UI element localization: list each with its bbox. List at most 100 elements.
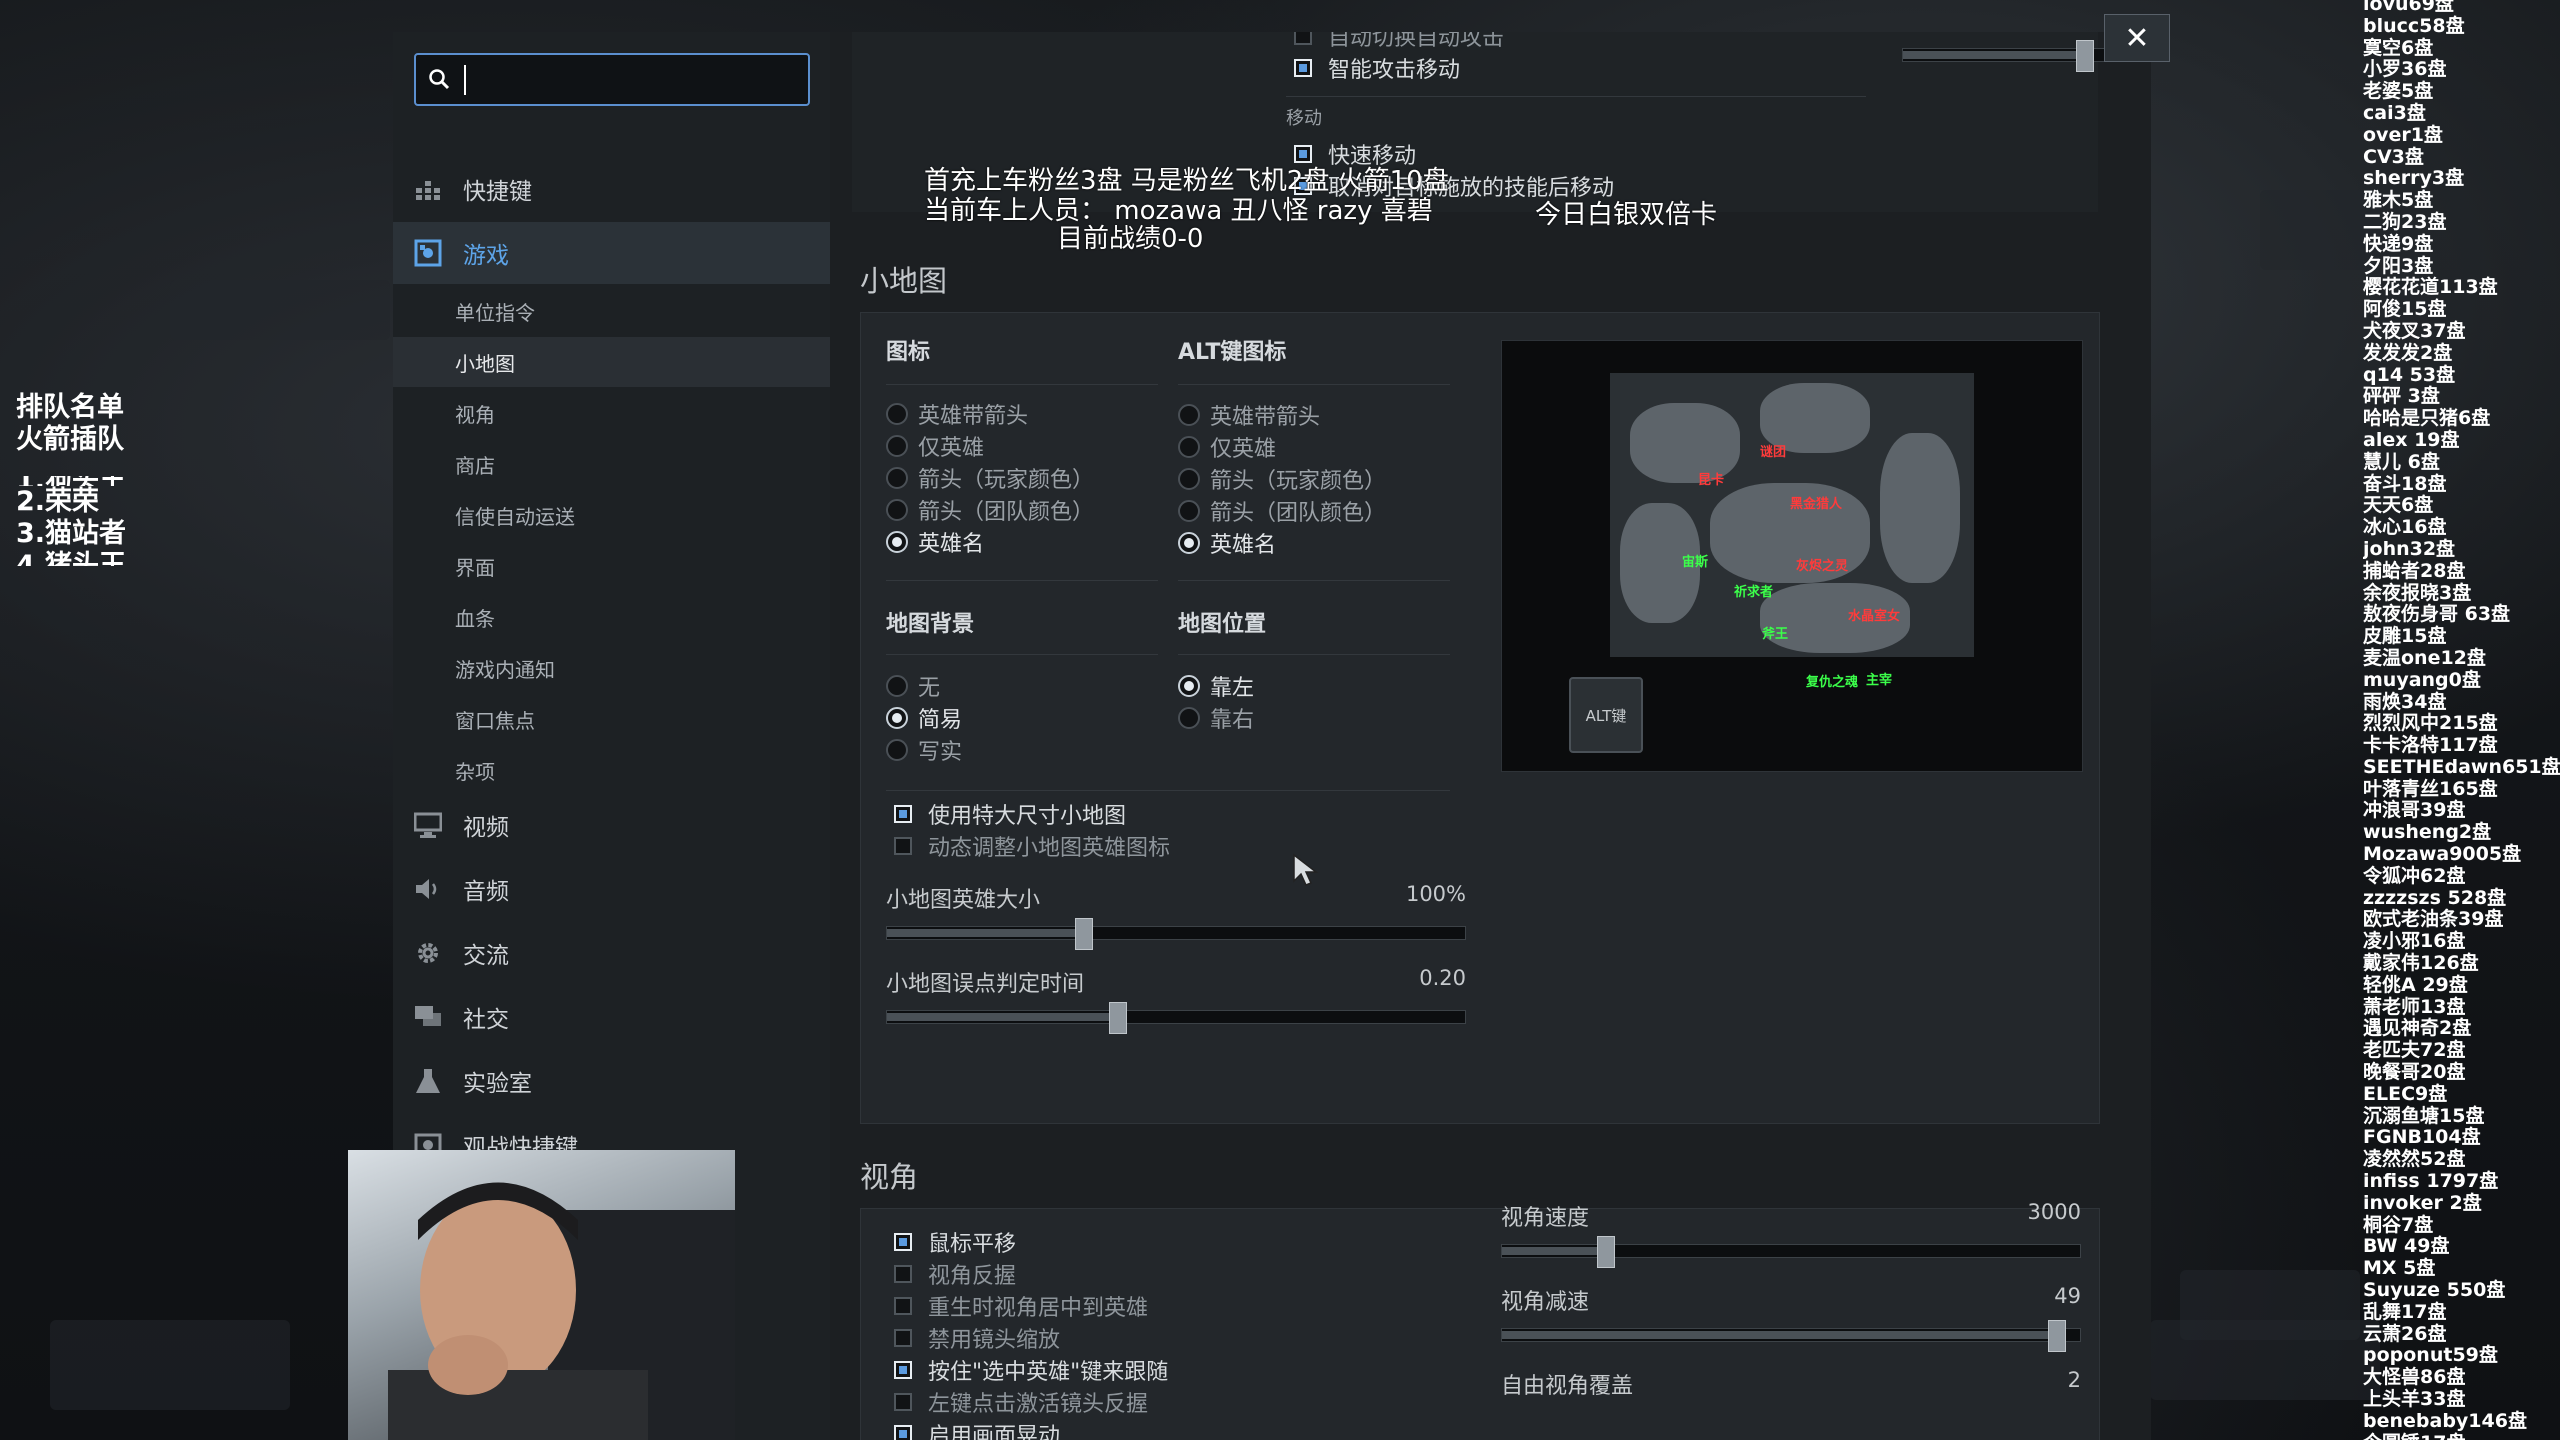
radio-label: 仅英雄 [1210,437,1277,462]
right-list-entry: 上头羊33盘 [2363,1388,2466,1410]
camera-option-checkbox[interactable]: 禁用镜头缩放 [894,1322,1060,1354]
speaker-icon [413,874,443,904]
right-list-entry: 老婆5盘 [2363,80,2434,103]
right-list-entry: 冰心16盘 [2363,516,2447,539]
minimap-hero-label: 黑金猎人 [1790,497,1843,512]
minimap-misclick-time-slider[interactable]: 小地图误点判定时间 0.20 [886,966,1466,1036]
subnav-interface[interactable]: 界面 [393,541,830,591]
close-icon: ✕ [2124,20,2150,56]
map-position-option-radio[interactable]: 靠右 [1178,702,1254,734]
radio-dot [1178,468,1200,490]
map-bg-option-radio[interactable]: 简易 [886,702,962,734]
smart-attack-move-checkbox[interactable]: 智能攻击移动 [1294,52,1460,84]
icon-option-radio[interactable]: 箭头（玩家颜色） [886,462,1094,494]
radio-label: 英雄名 [918,532,985,557]
alt-icon-option-radio[interactable]: 箭头（玩家颜色） [1178,463,1386,495]
slider-label: 自由视角覆盖 [1501,1374,1634,1399]
subnav-courier[interactable]: 信使自动运送 [393,490,830,540]
subnav-label: 界面 [455,555,495,580]
radio-dot [886,403,908,425]
slider-thumb[interactable] [1109,1002,1128,1034]
alt-icon-option-radio[interactable]: 箭头（团队颜色） [1178,495,1386,527]
map-position-option-radio[interactable]: 靠左 [1178,670,1254,702]
nav-item-social[interactable]: 社交 [393,986,830,1048]
subnav-misc[interactable]: 杂项 [393,745,830,795]
map-bg-option-radio[interactable]: 写实 [886,734,962,766]
checkbox-box [894,1361,912,1379]
nav-label: 快捷键 [463,179,532,205]
slider-thumb[interactable] [2047,1320,2066,1352]
slider-thumb[interactable] [1074,918,1093,950]
camera-option-checkbox[interactable]: 左键点击激活镜头反握 [894,1386,1148,1418]
dynamic-hero-icons-checkbox[interactable]: 动态调整小地图英雄图标 [894,830,1170,862]
subnav-minimap[interactable]: 小地图 [393,337,830,387]
camera-option-checkbox[interactable]: 鼠标平移 [894,1226,1016,1258]
radio-dot [886,531,908,553]
subnav-notifications[interactable]: 游戏内通知 [393,643,830,693]
right-list-entry: 快递9盘 [2363,232,2434,255]
nav-item-video[interactable]: 视频 [393,794,830,856]
chat-icon [413,1002,443,1032]
camera-option-checkbox[interactable]: 按住"选中英雄"键来跟随 [894,1354,1168,1386]
nav-item-game[interactable]: 游戏 [393,222,830,284]
subnav-label: 杂项 [455,759,495,784]
alt-icons-title: ALT键图标 [1178,340,1287,365]
camera-option-checkbox[interactable]: 启用画面晃动 [894,1418,1060,1440]
nav-item-communication[interactable]: 交流 [393,922,830,984]
icon-option-radio[interactable]: 仅英雄 [886,430,984,462]
right-list-entry: Suyuze 550盘 [2363,1279,2506,1302]
camera-deceleration-slider[interactable]: 视角减速 49 [1501,1284,2081,1354]
camera-speed-slider[interactable]: 视角速度 3000 [1501,1200,2081,1270]
alt-icon-option-radio[interactable]: 英雄名 [1178,527,1276,559]
slider-label: 小地图误点判定时间 [886,972,1085,997]
subnav-camera[interactable]: 视角 [393,388,830,438]
subnav-unit-orders[interactable]: 单位指令 [393,286,830,336]
nav-item-audio[interactable]: 音频 [393,858,830,920]
slider-fill [1502,1331,2057,1339]
free-camera-override-slider[interactable]: 自由视角覆盖 2 [1501,1368,2081,1438]
stream-overlay-right: 今日白银双倍卡 [1535,200,1718,230]
subnav-healthbar[interactable]: 血条 [393,592,830,642]
radio-label: 简易 [918,708,963,733]
slider-value: 0.20 [1419,966,1466,990]
subnav-label: 商店 [455,453,495,478]
map-bg-option-radio[interactable]: 无 [886,670,940,702]
right-list-entry: 凌然然52盘 [2363,1148,2466,1171]
slider-track [1501,1236,2081,1268]
camera-option-checkbox[interactable]: 重生时视角居中到英雄 [894,1290,1148,1322]
extra-large-minimap-checkbox[interactable]: 使用特大尺寸小地图 [894,798,1126,830]
right-list-entry: 天天6盘 [2363,494,2434,517]
queue-title: 排队名单 [16,392,124,423]
camera-option-checkbox[interactable]: 视角反握 [894,1258,1016,1290]
minimap-hero-size-slider[interactable]: 小地图英雄大小 100% [886,882,1466,952]
gear-icon [413,938,443,968]
minimap-hero-label: 昆卡 [1698,473,1725,488]
game-icon [413,238,443,268]
nav-item-hotkeys[interactable]: 快捷键 [393,158,830,220]
right-list-entry: over1盘 [2363,123,2443,146]
minimap-hero-label: 宙斯 [1682,555,1709,570]
alt-icon-option-radio[interactable]: 英雄带箭头 [1178,399,1320,431]
right-list-entry: wusheng2盘 [2363,821,2492,844]
auto-attack-checkbox[interactable]: 自动切换自动攻击 [1294,32,1504,52]
slider-thumb[interactable] [1597,1236,1616,1268]
close-button[interactable]: ✕ [2104,14,2170,62]
checkbox-label: 左键点击激活镜头反握 [928,1392,1149,1417]
slider-thumb[interactable] [2076,40,2095,72]
radio-label: 箭头（团队颜色） [918,500,1095,525]
slider-fill [887,1013,1119,1021]
search-input[interactable] [414,53,810,106]
icon-option-radio[interactable]: 英雄名 [886,526,984,558]
slider-label: 小地图英雄大小 [886,888,1041,913]
nav-label: 音频 [463,879,509,905]
icon-option-radio[interactable]: 英雄带箭头 [886,398,1028,430]
nav-item-lab[interactable]: 实验室 [393,1050,830,1112]
alt-icon-option-radio[interactable]: 仅英雄 [1178,431,1276,463]
right-list-entry: 老匹夫72盘 [2363,1039,2466,1062]
icon-option-radio[interactable]: 箭头（团队颜色） [886,494,1094,526]
subnav-shop[interactable]: 商店 [393,439,830,489]
bg-panel [50,1320,290,1410]
subnav-window-focus[interactable]: 窗口焦点 [393,694,830,744]
right-list-entry: 令狐冲62盘 [2363,864,2466,887]
right-list-entry: 遇见神奇2盘 [2363,1017,2472,1040]
